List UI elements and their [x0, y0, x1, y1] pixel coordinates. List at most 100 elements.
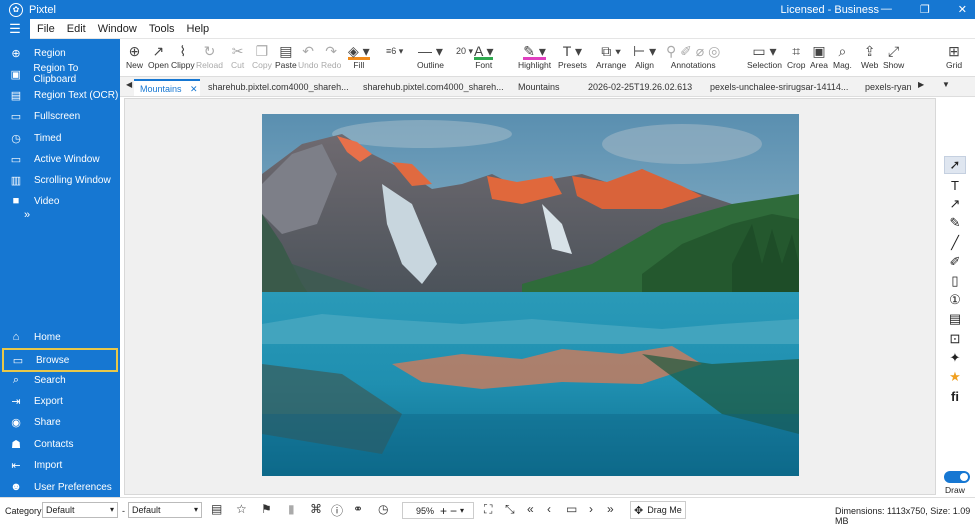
sidebar-item-region-text-ocr[interactable]: ▤ Region Text (OCR) [0, 85, 120, 105]
info-icon[interactable]: ⓘ [331, 502, 343, 519]
sidebar-item-home[interactable]: ⌂ Home [0, 327, 120, 347]
tab-sharehub-1[interactable]: sharehub.pixtel.com4000_shareh... [208, 79, 358, 96]
tags-icon[interactable]: ⌘ [310, 502, 322, 516]
bookmark-icon[interactable]: ▮ [288, 502, 295, 516]
outline-button[interactable]: — ▾ Outline [417, 42, 444, 70]
redo-button[interactable]: ↷ Redo [321, 42, 341, 70]
sidebar-item-label: Import [34, 459, 63, 471]
zoom-in-icon[interactable]: + [440, 504, 447, 518]
previous-image-icon[interactable]: ‹ [547, 502, 551, 516]
sidebar-item-timed[interactable]: ◷ Timed [0, 128, 120, 148]
star-tool-icon[interactable]: ★ [944, 368, 966, 386]
text-tool-icon[interactable]: T [944, 176, 966, 194]
pointer-tool-icon[interactable]: ➚ [944, 156, 966, 174]
sidebar-item-contacts[interactable]: ☗ Contacts [0, 434, 120, 454]
align-button[interactable]: ⊢ ▾ Align [633, 42, 656, 70]
menu-edit[interactable]: Edit [67, 23, 86, 35]
tab-pexels-ryan[interactable]: pexels-ryan [865, 79, 913, 96]
tab-sharehub-2[interactable]: sharehub.pixtel.com4000_shareh... [363, 79, 513, 96]
sidebar-item-region-to-clipboard[interactable]: ▣ Region To Clipboard [0, 63, 120, 85]
style-select[interactable]: Default ▾ [128, 502, 202, 518]
hamburger-menu-icon[interactable]: ☰ [0, 18, 30, 39]
first-image-icon[interactable]: « [527, 502, 534, 516]
clippy-button[interactable]: ⌇ Clippy [171, 42, 195, 70]
magnify-button[interactable]: ⌕ Mag. [833, 42, 852, 70]
sidebar-item-share[interactable]: ◉ Share [0, 412, 120, 432]
more-capture-chevron-icon[interactable]: » [24, 209, 30, 221]
tab-mountains[interactable]: Mountains [518, 79, 578, 96]
minimize-button[interactable]: — [881, 3, 892, 16]
step-number-tool-icon[interactable]: ① [944, 291, 966, 309]
annotations-group[interactable]: ⚲ ✐ ⌀ ◎ Annotations [666, 42, 720, 70]
arrange-button[interactable]: ⧉ ▾ Arrange [596, 42, 626, 70]
slideshow-icon[interactable]: ▭ [566, 502, 577, 516]
sparkle-tool-icon[interactable]: ✦ [944, 349, 966, 367]
reload-button[interactable]: ↻ Reload [196, 42, 223, 70]
notes-icon[interactable]: ▤ [211, 502, 222, 516]
sidebar-item-export[interactable]: ⇥ Export [0, 391, 120, 411]
arrow-tool-icon[interactable]: ↗ [944, 195, 966, 213]
fi-ligature-tool-icon[interactable]: fi [944, 387, 966, 405]
menu-tools[interactable]: Tools [149, 23, 175, 35]
sidebar-item-import[interactable]: ⇤ Import [0, 455, 120, 475]
highlight-button[interactable]: ✎ ▾ Highlight [518, 42, 551, 70]
zoom-out-icon[interactable]: − [450, 504, 457, 518]
link-icon[interactable]: ⚭ [353, 502, 363, 516]
crop-button[interactable]: ⌗ Crop [787, 42, 805, 70]
document-tool-icon[interactable]: ▤ [944, 310, 966, 328]
stamp-tool-icon[interactable]: ⊡ [944, 330, 966, 348]
menu-window[interactable]: Window [98, 23, 137, 35]
pen-tool-icon[interactable]: ✎ [944, 214, 966, 232]
sidebar-item-user-preferences[interactable]: ☻ User Preferences [0, 477, 120, 497]
show-button[interactable]: ⤢ Show [883, 42, 904, 70]
star-icon[interactable]: ☆ [236, 502, 247, 516]
fill-button[interactable]: ◈ ▾ Fill [348, 42, 370, 70]
category-select[interactable]: Default ▾ [42, 502, 118, 518]
copy-button[interactable]: ❐ Copy [252, 42, 272, 70]
undo-button[interactable]: ↶ Undo [298, 42, 318, 70]
zoom-chevron-down-icon[interactable]: ▾ [460, 506, 464, 515]
history-icon[interactable]: ◷ [378, 502, 388, 516]
draw-toggle[interactable] [944, 471, 970, 483]
tab-timestamp[interactable]: 2026-02-25T19.26.02.613 [588, 79, 708, 96]
last-image-icon[interactable]: » [607, 502, 614, 516]
sidebar-item-scrolling-window[interactable]: ▥ Scrolling Window [0, 170, 120, 190]
fit-window-icon[interactable]: ⛶ [484, 502, 492, 517]
grid-button[interactable]: ⊞ Grid [946, 42, 962, 70]
sidebar-item-active-window[interactable]: ▭ Active Window [0, 149, 120, 169]
open-button[interactable]: ↗ Open [148, 42, 169, 70]
outline-width-select[interactable]: ≡6 ▾ [386, 42, 403, 60]
next-image-icon[interactable]: › [589, 502, 593, 516]
sidebar-item-fullscreen[interactable]: ▭ Fullscreen [0, 106, 120, 126]
presets-button[interactable]: T ▾ Presets [558, 42, 587, 70]
new-button[interactable]: ⊕ New [126, 42, 143, 70]
font-size-select[interactable]: 20 ▾ [456, 42, 473, 60]
close-button[interactable]: ✕ [958, 3, 967, 16]
drag-me-button[interactable]: ✥ Drag Me [630, 501, 686, 519]
restore-button[interactable]: ❐ [920, 3, 930, 16]
cut-button[interactable]: ✂ Cut [231, 42, 244, 70]
menu-help[interactable]: Help [187, 23, 210, 35]
tab-pexels-unchalee[interactable]: pexels-unchalee-srirugsar-14114... [710, 79, 850, 96]
tab-scroll-right-icon[interactable]: ▶ [918, 80, 924, 89]
paste-button[interactable]: ▤ Paste [275, 42, 297, 70]
sidebar-item-browse[interactable]: ▭ Browse [2, 348, 118, 372]
flag-icon[interactable]: ⚑ [261, 502, 272, 516]
tab-mountains-active[interactable]: Mountains ✕ [134, 79, 200, 96]
font-button[interactable]: A ▾ Font [474, 42, 494, 70]
web-button[interactable]: ⇪ Web [861, 42, 878, 70]
menu-file[interactable]: File [37, 23, 55, 35]
tab-close-icon[interactable]: ✕ [190, 84, 198, 94]
note-tool-icon[interactable]: ▯ [944, 272, 966, 290]
sidebar-item-search[interactable]: ⌕ Search [0, 370, 120, 390]
area-button[interactable]: ▣ Area [810, 42, 828, 70]
zoom-value[interactable]: 95% [416, 506, 434, 516]
tab-scroll-left-icon[interactable]: ◀ [126, 80, 132, 89]
sidebar-item-region[interactable]: ⊕ Region [0, 43, 120, 63]
marker-tool-icon[interactable]: ✐ [944, 253, 966, 271]
sidebar-item-video[interactable]: ■ Video [0, 191, 120, 211]
line-tool-icon[interactable]: ╱ [944, 234, 966, 252]
selection-button[interactable]: ▭ ▾ Selection [747, 42, 782, 70]
tab-list-chevron-icon[interactable]: ▼ [942, 80, 950, 89]
actual-size-icon[interactable]: ⤡ [505, 502, 515, 517]
